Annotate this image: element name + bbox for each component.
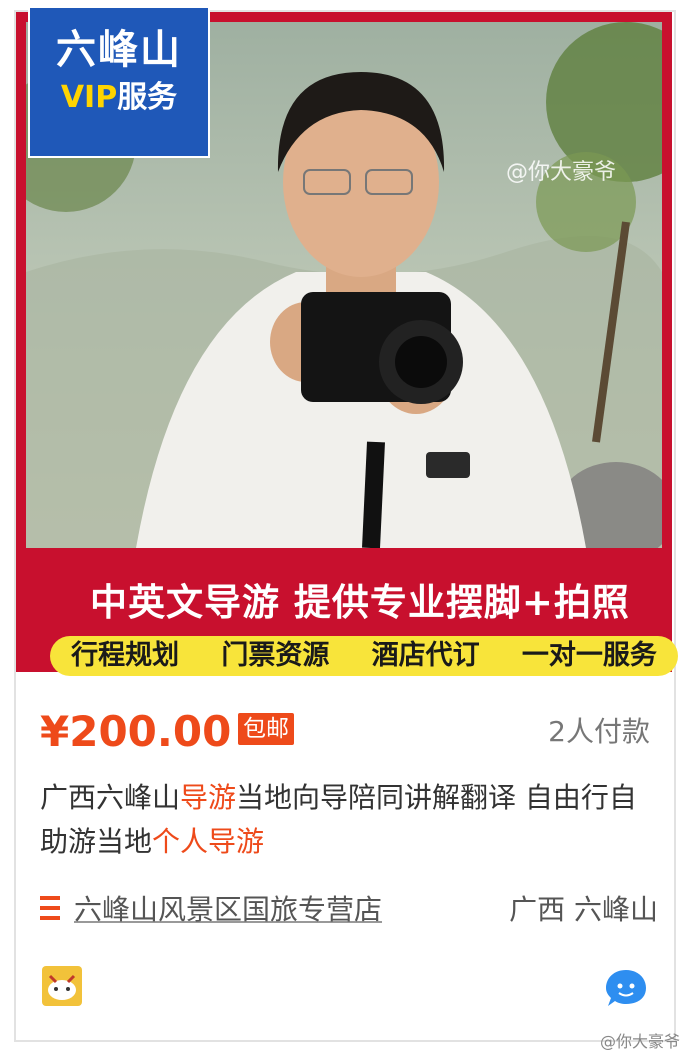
chat-bubble-icon[interactable] xyxy=(604,968,648,1008)
tag-item: 行程规划 xyxy=(71,640,180,671)
image-watermark: @你大豪爷 xyxy=(505,160,616,185)
vip-badge: 六峰山 VIP服务 xyxy=(28,6,210,158)
service-tags: 行程规划 门票资源 酒店代订 一对一服务 xyxy=(50,636,678,676)
free-shipping-badge: 包邮 xyxy=(238,713,294,745)
vip-label: VIP xyxy=(60,80,118,115)
headline: 中英文导游 提供专业摆脚+拍照 xyxy=(90,581,630,624)
vip-service-label: 服务 xyxy=(117,80,178,115)
price-row: ¥200.00 包邮 2人付款 xyxy=(40,704,650,760)
shop-name-link[interactable]: 六峰山风景区国旅专营店 xyxy=(74,890,382,930)
shop-row: 六峰山风景区国旅专营店 广西 六峰山 xyxy=(40,890,658,934)
tag-item: 酒店代订 xyxy=(371,640,480,671)
tag-item: 一对一服务 xyxy=(521,640,657,671)
paid-count: 2人付款 xyxy=(548,715,650,748)
price: ¥200.00 xyxy=(40,707,232,756)
tag-item: 门票资源 xyxy=(221,640,330,671)
pig-logo-icon[interactable] xyxy=(42,966,82,1006)
shop-location: 广西 六峰山 xyxy=(509,893,658,926)
title-highlight: 导游 xyxy=(180,781,237,814)
menu-lines-icon xyxy=(40,896,60,924)
footer-watermark: @你大豪爷 xyxy=(599,1032,680,1051)
product-title[interactable]: 广西六峰山导游当地向导陪同讲解翻译 自由行自助游当地个人导游 xyxy=(40,776,640,864)
title-highlight: 个人导游 xyxy=(152,825,265,858)
vip-title: 六峰山 xyxy=(56,27,182,73)
vip-subtitle: VIP服务 xyxy=(30,78,208,118)
title-segment: 广西六峰山 xyxy=(40,781,181,814)
